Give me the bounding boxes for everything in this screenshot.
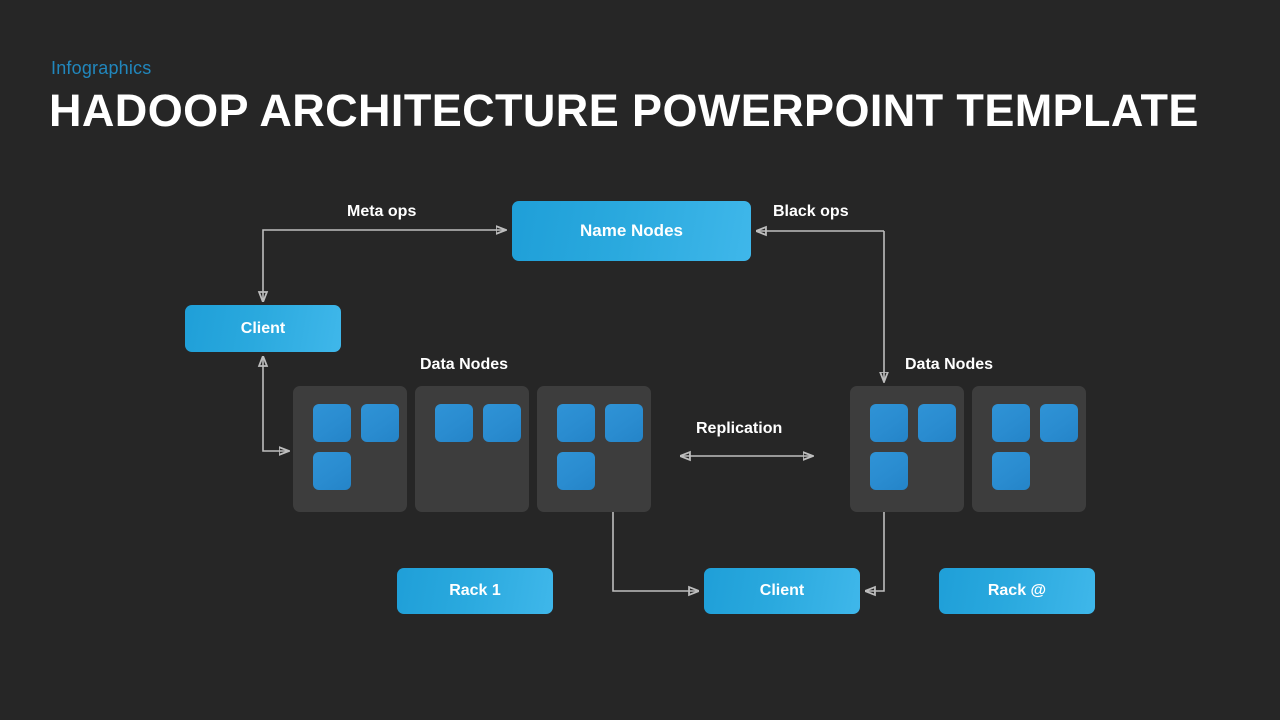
label-data-nodes-left: Data Nodes [420,356,509,373]
client-top-label: Client [240,319,286,337]
name-nodes-label: Name Nodes [580,221,683,240]
data-node-square[interactable] [313,452,351,490]
rack-1-label: Rack 1 [449,582,501,599]
page-title: HADOOP ARCHITECTURE POWERPOINT TEMPLATE [49,85,1199,136]
rack-right-2[interactable] [972,386,1086,512]
rack-right-1[interactable] [850,386,964,512]
rack-1-box[interactable]: Rack 1 [397,568,553,614]
data-node-square[interactable] [361,404,399,442]
data-node-square[interactable] [918,404,956,442]
slide-canvas: Infographics HADOOP ARCHITECTURE POWERPO… [0,0,1280,720]
label-black-ops: Black ops [773,203,849,220]
connector-client-to-rack-left [263,357,289,451]
data-node-square[interactable] [483,404,521,442]
data-node-square[interactable] [435,404,473,442]
data-node-square[interactable] [870,452,908,490]
data-node-square[interactable] [557,452,595,490]
rack-2-box[interactable]: Rack @ [939,568,1095,614]
data-node-square[interactable] [992,452,1030,490]
rack-left-1[interactable] [293,386,407,512]
data-node-square[interactable] [870,404,908,442]
rack-2-label: Rack @ [987,582,1047,599]
data-node-square[interactable] [992,404,1030,442]
data-node-square[interactable] [1040,404,1078,442]
client-bottom-label: Client [759,582,805,599]
label-replication: Replication [696,420,783,437]
name-nodes-box[interactable]: Name Nodes [512,201,751,261]
data-node-square[interactable] [557,404,595,442]
label-data-nodes-right: Data Nodes [905,356,994,373]
label-meta-ops: Meta ops [347,203,417,220]
rack-left-2[interactable] [415,386,529,512]
client-top-box[interactable]: Client [185,305,341,352]
slide-eyebrow: Infographics [51,58,152,78]
client-bottom-box[interactable]: Client [704,568,860,614]
data-node-square[interactable] [313,404,351,442]
rack-left-3[interactable] [537,386,651,512]
data-node-square[interactable] [605,404,643,442]
connector-meta-ops [263,230,506,301]
